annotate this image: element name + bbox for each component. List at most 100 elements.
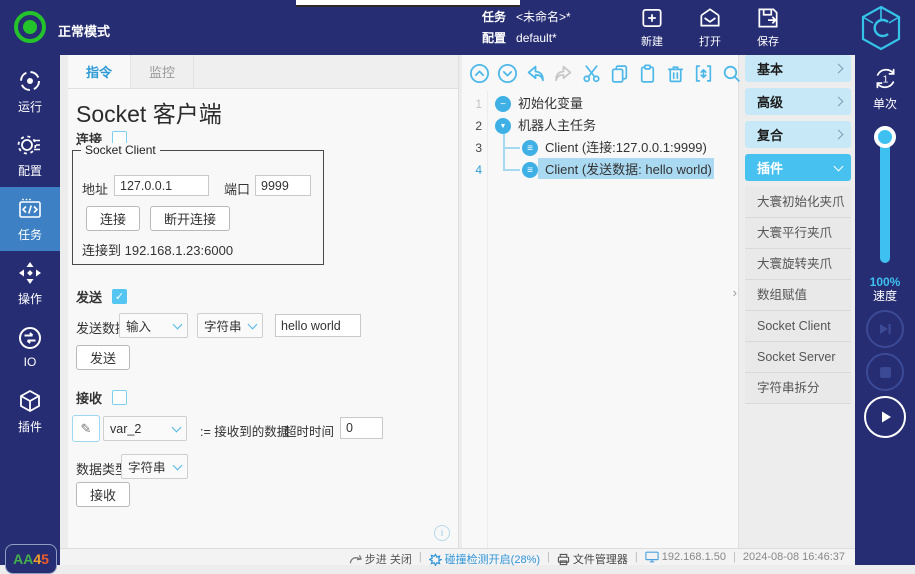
send-source-select[interactable]: 输入 <box>119 313 188 338</box>
category-advanced[interactable]: 高级 <box>745 88 851 115</box>
library-item-array-assign[interactable]: 数组赋值 <box>745 280 851 311</box>
coordinate-badge[interactable]: AA45 <box>5 544 57 574</box>
copy-icon[interactable] <box>609 63 630 84</box>
undo-icon[interactable] <box>525 63 546 84</box>
category-composite[interactable]: 复合 <box>745 121 851 148</box>
sidebar-item-task[interactable]: 任务 <box>0 187 60 251</box>
move-up-icon[interactable] <box>469 63 490 84</box>
run-icon <box>17 68 43 94</box>
delete-icon[interactable] <box>665 63 686 84</box>
datatype-select[interactable]: 字符串 <box>121 454 188 479</box>
port-input[interactable] <box>255 175 311 196</box>
tree-row-3[interactable]: 3 ≡ Client (连接:127.0.0.1:9999) <box>462 137 738 159</box>
collision-icon <box>429 553 442 566</box>
single-run-toggle[interactable]: 1 单次 <box>855 65 915 112</box>
monitor-icon <box>645 551 659 563</box>
chevron-down-icon <box>834 161 844 171</box>
send-data-input[interactable] <box>275 314 361 337</box>
sidebar-item-config[interactable]: 配置 <box>0 123 60 187</box>
panel-expander[interactable]: › <box>733 285 737 300</box>
stop-button[interactable] <box>866 353 904 391</box>
top-bar: 正常模式 任务 <未命名>* 配置 default* 新建 打开 <box>0 0 915 55</box>
send-checkbox-label: 发送 <box>76 287 102 306</box>
receive-checkbox-label: 接收 <box>76 388 102 407</box>
sidebar-item-operate[interactable]: 操作 <box>0 251 60 315</box>
cut-icon[interactable] <box>581 63 602 84</box>
io-arrows-icon <box>17 325 43 351</box>
address-label: 地址 <box>82 179 108 198</box>
library-item-dh-init-gripper[interactable]: 大寰初始化夹爪 <box>745 187 851 218</box>
instruction-form-panel: 指令 监控 Socket 客户端 连接 Socket Client 地址 端口 … <box>68 55 459 548</box>
address-input[interactable] <box>114 175 209 196</box>
robot-status-icon <box>14 11 46 43</box>
search-icon[interactable] <box>721 63 742 84</box>
receive-checkbox[interactable] <box>112 390 127 405</box>
chevron-down-icon <box>172 422 182 432</box>
play-icon <box>877 409 893 425</box>
robot-ip-status[interactable]: 192.168.1.50 <box>645 551 726 563</box>
tree-row-1[interactable]: 1 − 初始化变量 <box>462 93 738 115</box>
tree-toolbar <box>462 55 738 91</box>
receive-button[interactable]: 接收 <box>76 482 130 507</box>
receive-var-select[interactable]: var_2 <box>103 416 187 441</box>
play-button[interactable] <box>864 396 906 438</box>
single-cycle-icon: 1 <box>872 65 899 92</box>
run-controls-panel: 1 单次 100% 速度 <box>855 55 915 565</box>
timeout-input[interactable] <box>340 417 383 439</box>
library-item-string-split[interactable]: 字符串拆分 <box>745 373 851 404</box>
save-task-button[interactable]: 保存 <box>746 5 790 49</box>
operate-move-icon <box>17 260 43 286</box>
tree-row-2[interactable]: 2 ▼ 机器人主任务 <box>462 115 738 137</box>
status-bar: 步进 关闭 | 碰撞检测开启(28%) | 文件管理器 | 192.168.1.… <box>60 548 855 565</box>
task-info: 任务 <未命名>* 配置 default* <box>482 7 571 49</box>
stop-icon <box>879 366 892 379</box>
sidebar-item-run[interactable]: 运行 <box>0 59 60 123</box>
svg-text:1: 1 <box>882 74 888 85</box>
info-icon[interactable]: i <box>434 525 450 541</box>
port-label: 端口 <box>224 179 250 198</box>
paste-icon[interactable] <box>637 63 658 84</box>
library-item-dh-rotary-gripper[interactable]: 大寰旋转夹爪 <box>745 249 851 280</box>
disconnect-button[interactable]: 断开连接 <box>150 206 230 231</box>
category-basic[interactable]: 基本 <box>745 55 851 82</box>
assign-text: := 接收到的数据 <box>200 421 289 440</box>
library-item-dh-parallel-gripper[interactable]: 大寰平行夹爪 <box>745 218 851 249</box>
sidebar-item-io[interactable]: IO <box>0 315 60 379</box>
chevron-down-icon <box>173 319 183 329</box>
open-task-icon <box>697 5 723 31</box>
chevron-down-icon <box>248 319 258 329</box>
tab-monitor[interactable]: 监控 <box>131 55 194 88</box>
redo-icon[interactable] <box>553 63 574 84</box>
speed-slider-track[interactable] <box>880 137 890 263</box>
category-plugin[interactable]: 插件 <box>745 154 851 181</box>
library-item-socket-client[interactable]: Socket Client <box>745 311 851 342</box>
node-collapsed-icon[interactable]: − <box>495 96 511 112</box>
move-down-icon[interactable] <box>497 63 518 84</box>
tree-row-4-selected[interactable]: 4 ≡ Client (发送数据: hello world) <box>462 159 738 181</box>
step-forward-button[interactable] <box>866 310 904 348</box>
new-task-button[interactable]: 新建 <box>630 5 674 49</box>
config-gear-icon <box>17 132 43 158</box>
node-instruction-icon: ≡ <box>522 162 538 178</box>
open-task-button[interactable]: 打开 <box>688 5 732 49</box>
send-type-select[interactable]: 字符串 <box>197 313 263 338</box>
step-forward-icon <box>877 321 893 337</box>
speed-slider-knob[interactable] <box>874 126 896 148</box>
timeout-label: 超时时间 <box>284 421 334 440</box>
connect-button[interactable]: 连接 <box>86 206 140 231</box>
tab-instruction[interactable]: 指令 <box>68 55 131 88</box>
edit-variable-button[interactable]: ✎ <box>72 415 100 442</box>
task-name-value: <未命名>* <box>516 7 571 28</box>
task-label: 任务 <box>482 7 506 28</box>
datetime-status: 2024-08-08 16:46:37 <box>743 551 845 563</box>
chevron-right-icon <box>834 130 844 140</box>
collapse-icon[interactable] <box>693 63 714 84</box>
send-checkbox[interactable]: ✓ <box>112 289 127 304</box>
node-expanded-icon[interactable]: ▼ <box>495 118 511 134</box>
library-item-socket-server[interactable]: Socket Server <box>745 342 851 373</box>
send-button[interactable]: 发送 <box>76 345 130 370</box>
chevron-down-icon <box>173 460 183 470</box>
form-title: Socket 客户端 <box>76 95 222 129</box>
plugin-cube-icon <box>17 388 43 414</box>
sidebar-item-plugin[interactable]: 插件 <box>0 379 60 443</box>
